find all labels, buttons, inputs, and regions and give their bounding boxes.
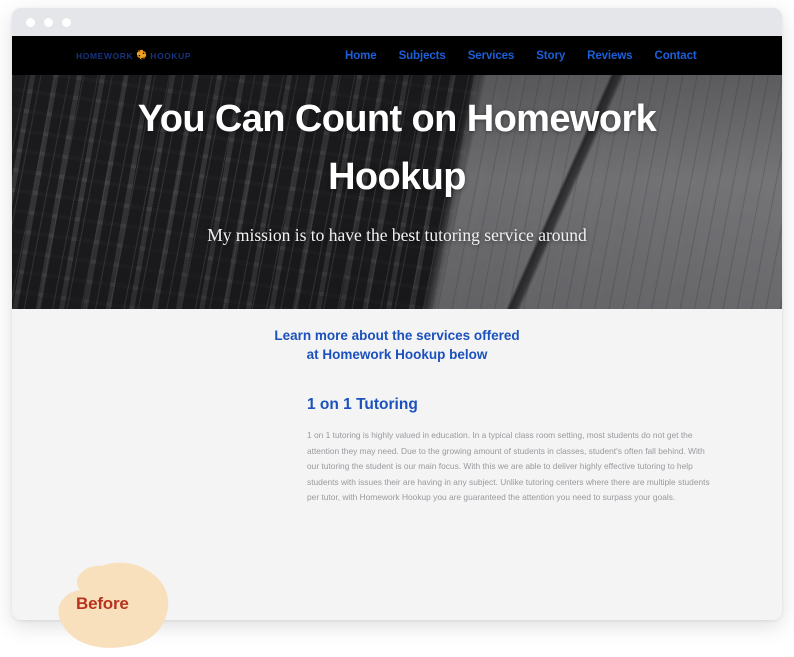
nav-item-subjects[interactable]: Subjects (399, 50, 446, 62)
window-minimize-dot[interactable] (44, 17, 53, 27)
services-lead-line-2: at Homework Hookup below (306, 346, 488, 362)
puzzle-piece-icon (136, 49, 147, 62)
logo-text-right: HOOKUP (150, 50, 192, 61)
service-block-tutoring: 1 on 1 Tutoring 1 on 1 tutoring is highl… (307, 396, 719, 506)
nav-item-reviews[interactable]: Reviews (587, 50, 632, 62)
before-badge: Before (50, 556, 178, 656)
nav-item-story[interactable]: Story (536, 50, 565, 62)
nav-item-services[interactable]: Services (468, 50, 515, 62)
window-close-dot[interactable] (26, 17, 35, 27)
browser-titlebar (12, 8, 782, 36)
hero-content: You Can Count on Homework Hookup My miss… (12, 75, 782, 309)
services-lead-line-1: Learn more about the services offered (274, 328, 520, 343)
site-logo[interactable]: HOMEWORK HOOKUP (76, 49, 191, 62)
hero-section: You Can Count on Homework Hookup My miss… (12, 75, 782, 309)
hero-subtitle: My mission is to have the best tutoring … (207, 224, 587, 245)
site-navbar: HOMEWORK HOOKUP Home Subjects Services S… (12, 36, 782, 75)
logo-text-left: HOMEWORK (76, 50, 134, 61)
screenshot-stage: HOMEWORK HOOKUP Home Subjects Services S… (0, 0, 794, 657)
nav-item-home[interactable]: Home (345, 50, 377, 62)
site-nav-links: Home Subjects Services Story Reviews Con… (345, 50, 697, 62)
services-lead: Learn more about the services offered at… (12, 327, 782, 364)
nav-item-contact[interactable]: Contact (654, 50, 696, 62)
hero-title: You Can Count on Homework Hookup (137, 98, 657, 198)
window-maximize-dot[interactable] (62, 17, 71, 27)
service-body-text: 1 on 1 tutoring is highly valued in educ… (307, 430, 710, 503)
browser-window: HOMEWORK HOOKUP Home Subjects Services S… (12, 8, 782, 620)
before-badge-label: Before (76, 594, 129, 613)
service-title: 1 on 1 Tutoring (307, 396, 418, 414)
